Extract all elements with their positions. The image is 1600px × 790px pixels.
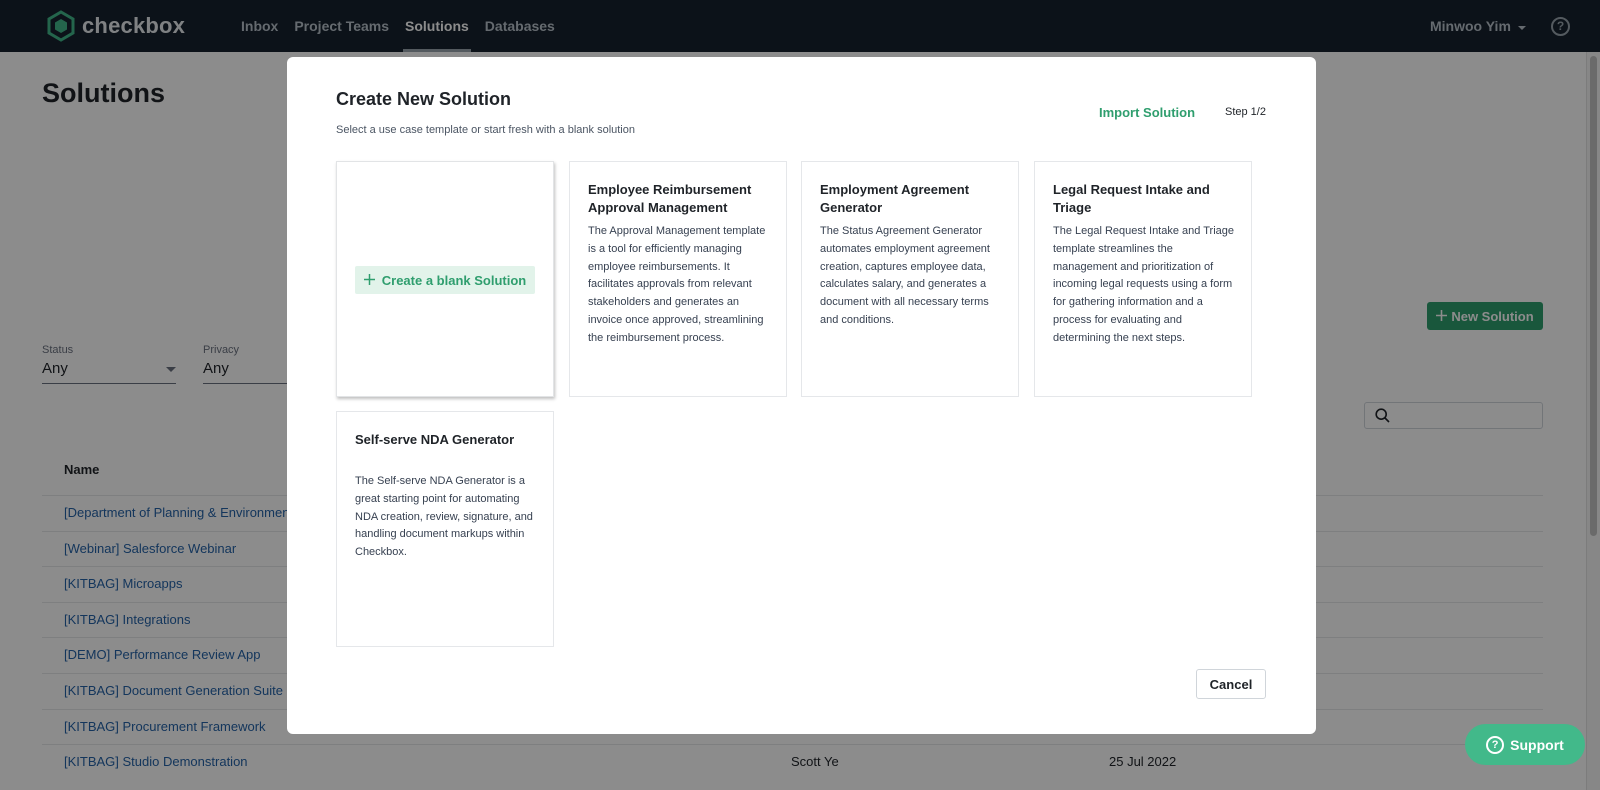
template-card-employee-reimbursement[interactable]: Employee Reimbursement Approval Manageme… — [569, 161, 787, 397]
step-indicator: Step 1/2 — [1225, 106, 1266, 118]
modal-title: Create New Solution — [336, 89, 512, 109]
template-description: The Status Agreement Generator automates… — [820, 225, 990, 326]
template-description: The Self-serve NDA Generator is a great … — [355, 475, 533, 559]
support-icon: ? — [1486, 735, 1505, 754]
template-card-legal-request[interactable]: Legal Request Intake and Triage The Lega… — [1034, 161, 1252, 397]
template-title: Employee Reimbursement Approval Manageme… — [588, 182, 752, 215]
support-label: Support — [1510, 736, 1564, 753]
template-card-employment-agreement[interactable]: Employment Agreement Generator The Statu… — [801, 161, 1019, 397]
template-title: Self-serve NDA Generator — [355, 432, 515, 447]
create-blank-solution-button[interactable]: Create a blank Solution — [355, 266, 535, 294]
support-button[interactable]: ? Support — [1465, 724, 1585, 765]
import-solution-link[interactable]: Import Solution — [1099, 105, 1195, 120]
create-blank-solution-label: Create a blank Solution — [381, 272, 527, 288]
template-description: The Legal Request Intake and Triage temp… — [1053, 225, 1235, 344]
template-title: Legal Request Intake and Triage — [1053, 182, 1210, 215]
cancel-button[interactable]: Cancel — [1196, 669, 1266, 699]
template-description: The Approval Management template is a to… — [588, 225, 766, 344]
create-solution-modal: Create New Solution Select a use case te… — [287, 57, 1316, 734]
plus-icon — [363, 273, 375, 288]
template-title: Employment Agreement Generator — [820, 182, 970, 215]
template-card-nda-generator[interactable]: Self-serve NDA Generator The Self-serve … — [336, 411, 554, 647]
blank-solution-card[interactable]: Create a blank Solution — [336, 161, 554, 397]
modal-subtitle: Select a use case template or start fres… — [336, 124, 635, 136]
